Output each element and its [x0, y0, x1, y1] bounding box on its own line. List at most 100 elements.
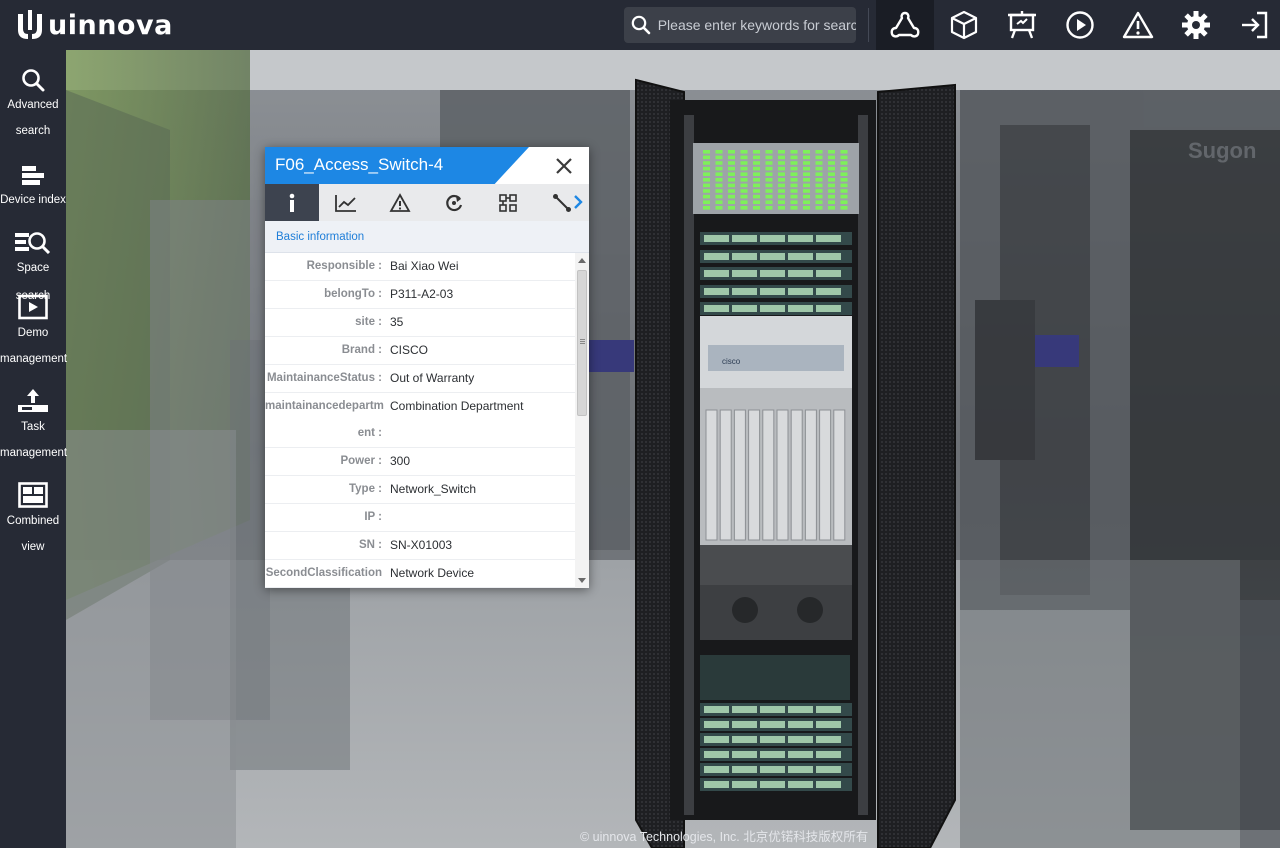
chevron-right-icon[interactable] [573, 194, 583, 210]
tab-info[interactable] [265, 184, 319, 221]
logout-tool[interactable] [1225, 0, 1280, 50]
led [715, 178, 723, 182]
sidebar-item-advanced-search[interactable]: Advanced search [0, 62, 66, 144]
scroll-up-arrow-icon[interactable] [578, 258, 586, 263]
sidebar-item-demo-management[interactable]: Demo management [0, 290, 67, 372]
attribute-value: Bai Xiao Wei [390, 259, 459, 273]
switch-port-group [732, 305, 757, 312]
close-icon[interactable] [553, 155, 575, 177]
switch-port-group [760, 270, 785, 277]
led [703, 172, 710, 176]
info-icon [289, 193, 295, 212]
tab-topology[interactable] [481, 184, 535, 221]
3d-datacenter-viewport[interactable]: Sugon cisco [66, 50, 1280, 848]
led [828, 172, 835, 176]
rack-label: cisco [722, 357, 741, 366]
play-icon [1066, 11, 1094, 39]
led [703, 200, 710, 204]
switch-port-group [704, 253, 729, 260]
section-basic-information[interactable]: Basic information [265, 221, 589, 253]
attribute-value: P311-A2-03 [390, 287, 454, 301]
play-tool[interactable] [1051, 0, 1109, 50]
attribute-row: site : 35 [265, 309, 575, 337]
left-sidebar: Advanced search Device index Space searc… [0, 50, 67, 848]
search-input[interactable] [657, 17, 856, 33]
sidebar-item-device-index[interactable]: Device index [0, 156, 66, 214]
sidebar-item-label: Combined view [6, 515, 60, 553]
sidebar-item-task-management[interactable]: Task management [0, 384, 67, 466]
switch-port-group [704, 305, 729, 312]
brand-logo[interactable]: uinnova [14, 6, 173, 44]
attribute-key: site : [355, 316, 382, 328]
led [840, 166, 848, 171]
cube-icon [950, 10, 978, 40]
attribute-value: Network Device [390, 566, 475, 580]
led [765, 161, 773, 165]
blade-slot [733, 409, 746, 541]
device-info-dialog[interactable]: F06_Access_Switch-4 Basic information Re… [265, 147, 589, 588]
led [728, 206, 735, 210]
led [715, 161, 723, 165]
led [778, 150, 785, 154]
switch-port-group [732, 721, 757, 728]
led [840, 178, 848, 182]
led [753, 155, 760, 160]
switch-port-group [732, 736, 757, 743]
presentation-tool[interactable] [993, 0, 1051, 50]
led [715, 206, 723, 210]
attribute-row: Responsible : Bai Xiao Wei [265, 253, 575, 281]
led [828, 166, 835, 171]
switch-port-group [788, 270, 813, 277]
global-search[interactable] [624, 7, 856, 43]
led [715, 194, 723, 199]
wall-logo-text: Sugon [1188, 138, 1256, 163]
presentation-icon [1008, 11, 1036, 39]
led [703, 194, 710, 199]
led [840, 189, 848, 193]
tab-refresh[interactable] [427, 184, 481, 221]
led [728, 155, 735, 160]
switch-port-group [732, 766, 757, 773]
switch-port-group [760, 751, 785, 758]
led [765, 166, 773, 171]
led [828, 194, 835, 199]
warning-icon [1122, 11, 1154, 39]
link-icon [553, 193, 571, 212]
dialog-header[interactable]: F06_Access_Switch-4 [265, 147, 589, 184]
led [803, 178, 810, 182]
attribute-row: Power : 300 [265, 448, 575, 476]
refresh-icon [446, 194, 463, 211]
attribute-row: Type : Network_Switch [265, 476, 575, 504]
vertical-scrollbar[interactable] [575, 253, 589, 588]
scrollbar-thumb[interactable] [577, 270, 587, 416]
attribute-value: Combination Department [390, 399, 524, 413]
switch-port-group [704, 235, 729, 242]
attribute-value: 300 [390, 454, 411, 468]
switch-port-group [704, 270, 729, 277]
scroll-down-arrow-icon[interactable] [578, 578, 586, 583]
attribute-value: CISCO [390, 343, 429, 357]
tab-performance[interactable] [319, 184, 373, 221]
switch-port-group [704, 736, 729, 743]
led [728, 150, 735, 154]
switch-port-group [816, 706, 841, 713]
demo-icon [0, 290, 66, 320]
task-icon [0, 384, 66, 414]
led [753, 178, 760, 182]
attribute-key: Type : [348, 483, 382, 495]
cube-tool[interactable] [935, 0, 993, 50]
network-topology-tool[interactable] [876, 0, 934, 50]
settings-tool[interactable] [1167, 0, 1225, 50]
led [803, 161, 810, 165]
tab-alarms[interactable] [373, 184, 427, 221]
led [778, 161, 785, 165]
led [740, 150, 748, 154]
attribute-row: MaintainanceStatus : Out of Warranty [265, 365, 575, 393]
warning-tool[interactable] [1109, 0, 1167, 50]
search-icon[interactable] [624, 7, 658, 43]
led [790, 200, 798, 204]
led [815, 200, 823, 204]
led [803, 194, 810, 199]
sidebar-item-combined-view[interactable]: Combined view [0, 478, 66, 560]
led [703, 189, 710, 193]
